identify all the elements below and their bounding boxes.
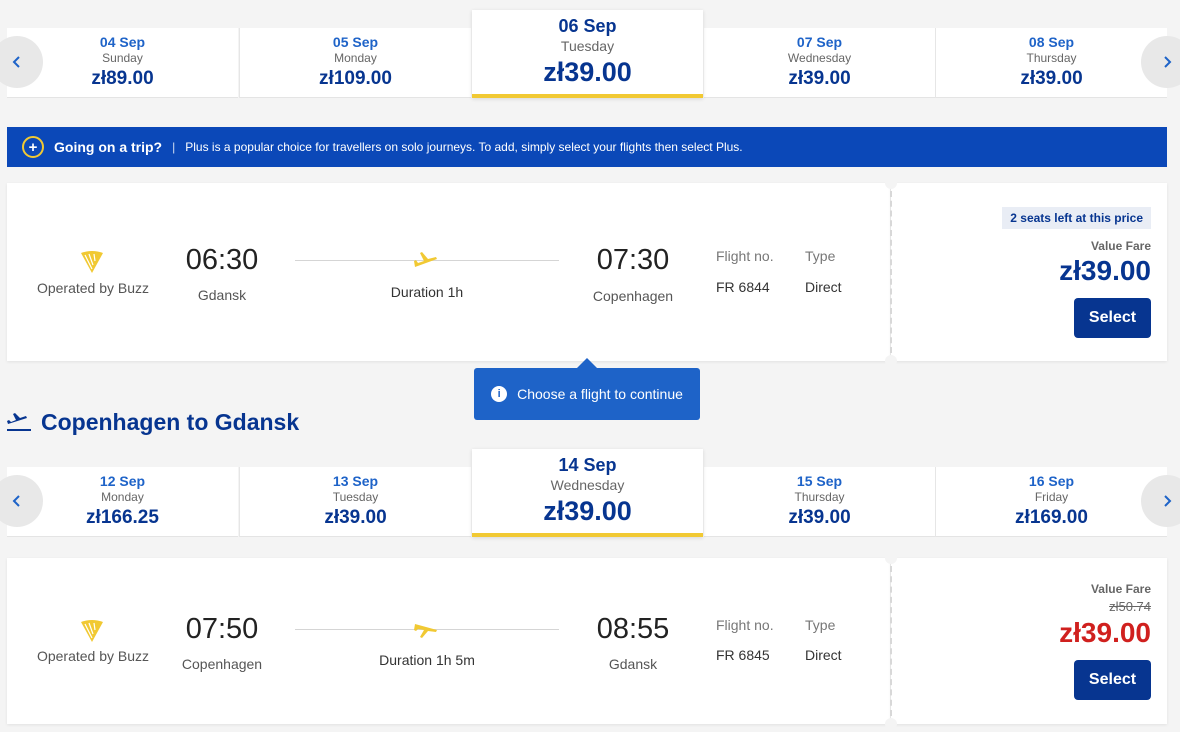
weekday-label: Wednesday xyxy=(550,477,625,493)
banner-title: Going on a trip? xyxy=(54,139,163,155)
arrival-city: Copenhagen xyxy=(592,288,674,304)
date-price: zł39.00 xyxy=(788,68,851,89)
flight-details: Operated by Buzz 07:50 Copenhagen Durati… xyxy=(7,558,890,724)
date-option-08-sep[interactable]: 08 Sep Thursday zł39.00 xyxy=(936,28,1167,98)
date-price: zł109.00 xyxy=(319,68,392,89)
original-price: zł50.74 xyxy=(1109,599,1151,614)
weekday-label: Friday xyxy=(1034,490,1069,504)
ticket-notch xyxy=(885,355,897,367)
date-option-13-sep[interactable]: 13 Sep Tuesday zł39.00 xyxy=(240,467,471,537)
duration-label: Duration 1h 5m xyxy=(379,652,475,668)
flight-number-label: Flight no. xyxy=(716,617,774,633)
fare-name: Value Fare xyxy=(1090,239,1151,253)
date-label: 16 Sep xyxy=(1028,473,1075,489)
date-price: zł39.00 xyxy=(543,496,632,526)
choose-flight-tooltip: i Choose a flight to continue xyxy=(474,358,700,420)
duration-label: Duration 1h xyxy=(390,284,464,300)
weekday-label: Monday xyxy=(334,51,377,65)
section-title: Copenhagen to Gdansk xyxy=(41,408,300,435)
inbound-date-carousel: 12 Sep Monday zł166.25 13 Sep Tuesday zł… xyxy=(0,449,1180,537)
weekday-label: Tuesday xyxy=(560,38,615,54)
inbound-flight-card[interactable]: Operated by Buzz 07:50 Copenhagen Durati… xyxy=(7,552,1167,730)
info-icon: i xyxy=(491,386,508,402)
ticket-notch xyxy=(885,552,897,564)
date-option-15-sep[interactable]: 15 Sep Thursday zł39.00 xyxy=(704,467,935,537)
select-flight-button[interactable]: Select xyxy=(1074,298,1151,338)
date-label: 14 Sep xyxy=(558,455,617,475)
discounted-fare-price: zł39.00 xyxy=(1059,617,1151,648)
return-section-header: Copenhagen to Gdansk xyxy=(7,405,299,439)
date-option-06-sep-selected[interactable]: 06 Sep Tuesday zł39.00 xyxy=(472,10,703,98)
fare-price: zł39.00 xyxy=(1059,255,1151,286)
weekday-label: Thursday xyxy=(794,490,845,504)
operator-label: Operated by Buzz xyxy=(36,648,150,664)
flight-details: Operated by Buzz 06:30 Gdansk Duration 1… xyxy=(7,183,890,361)
date-price: zł166.25 xyxy=(86,507,159,528)
chevron-right-icon xyxy=(1164,495,1172,507)
chevron-left-icon xyxy=(12,56,20,68)
flight-type: Direct xyxy=(805,647,842,663)
banner-divider: | xyxy=(172,140,176,154)
plus-promo-banner: + Going on a trip? | Plus is a popular c… xyxy=(7,127,1167,167)
date-label: 15 Sep xyxy=(796,473,843,489)
date-label: 08 Sep xyxy=(1028,34,1075,50)
fare-name: Value Fare xyxy=(1090,582,1151,596)
weekday-label: Tuesday xyxy=(332,490,379,504)
date-option-16-sep[interactable]: 16 Sep Friday zł169.00 xyxy=(936,467,1167,537)
date-price: zł39.00 xyxy=(788,507,851,528)
weekday-label: Thursday xyxy=(1026,51,1077,65)
card-divider xyxy=(890,566,892,716)
date-price: zł89.00 xyxy=(91,68,154,89)
departure-time: 07:50 xyxy=(185,613,259,645)
seats-left-badge: 2 seats left at this price xyxy=(1002,207,1151,229)
type-label: Type xyxy=(805,617,836,633)
date-price: zł39.00 xyxy=(324,507,387,528)
card-divider xyxy=(890,191,892,353)
ticket-notch xyxy=(885,718,897,730)
plane-departure-icon xyxy=(7,413,31,431)
date-option-05-sep[interactable]: 05 Sep Monday zł109.00 xyxy=(240,28,471,98)
flight-number: FR 6845 xyxy=(716,647,770,663)
outbound-flight-card[interactable]: Operated by Buzz 06:30 Gdansk Duration 1… xyxy=(7,177,1167,367)
arrival-time: 08:55 xyxy=(596,613,670,645)
select-flight-button[interactable]: Select xyxy=(1074,660,1151,700)
date-label: 04 Sep xyxy=(99,34,146,50)
chevron-right-icon xyxy=(1164,56,1172,68)
date-label: 12 Sep xyxy=(99,473,146,489)
date-price: zł39.00 xyxy=(1020,68,1083,89)
operator-label: Operated by Buzz xyxy=(36,280,150,296)
outbound-date-carousel: 04 Sep Sunday zł89.00 05 Sep Monday zł10… xyxy=(0,10,1180,98)
ticket-notch xyxy=(885,177,897,189)
type-label: Type xyxy=(805,248,836,264)
plus-icon: + xyxy=(22,136,44,158)
date-price: zł169.00 xyxy=(1015,507,1088,528)
arrival-time: 07:30 xyxy=(596,244,670,276)
chevron-left-icon xyxy=(12,495,20,507)
harp-logo-icon xyxy=(81,620,103,642)
plane-landing-icon xyxy=(414,624,437,638)
flight-type: Direct xyxy=(805,279,842,295)
arrival-city: Gdansk xyxy=(608,656,658,672)
banner-text: Plus is a popular choice for travellers … xyxy=(185,140,743,154)
date-label: 05 Sep xyxy=(332,34,379,50)
departure-city: Copenhagen xyxy=(181,656,263,672)
date-option-14-sep-selected[interactable]: 14 Sep Wednesday zł39.00 xyxy=(472,449,703,537)
flight-number-label: Flight no. xyxy=(716,248,774,264)
departure-city: Gdansk xyxy=(197,287,247,303)
fare-panel: Value Fare zł50.74 zł39.00 Select xyxy=(891,558,1167,724)
date-price: zł39.00 xyxy=(543,57,632,87)
flight-number: FR 6844 xyxy=(716,279,770,295)
date-label: 06 Sep xyxy=(558,16,617,36)
weekday-label: Wednesday xyxy=(787,51,852,65)
date-label: 13 Sep xyxy=(332,473,379,489)
tooltip-text: Choose a flight to continue xyxy=(517,386,683,402)
plane-takeoff-icon xyxy=(414,252,437,267)
date-label: 07 Sep xyxy=(796,34,843,50)
date-option-07-sep[interactable]: 07 Sep Wednesday zł39.00 xyxy=(704,28,935,98)
departure-time: 06:30 xyxy=(185,244,259,276)
harp-logo-icon xyxy=(81,251,103,273)
fare-panel: 2 seats left at this price Value Fare zł… xyxy=(891,183,1167,361)
